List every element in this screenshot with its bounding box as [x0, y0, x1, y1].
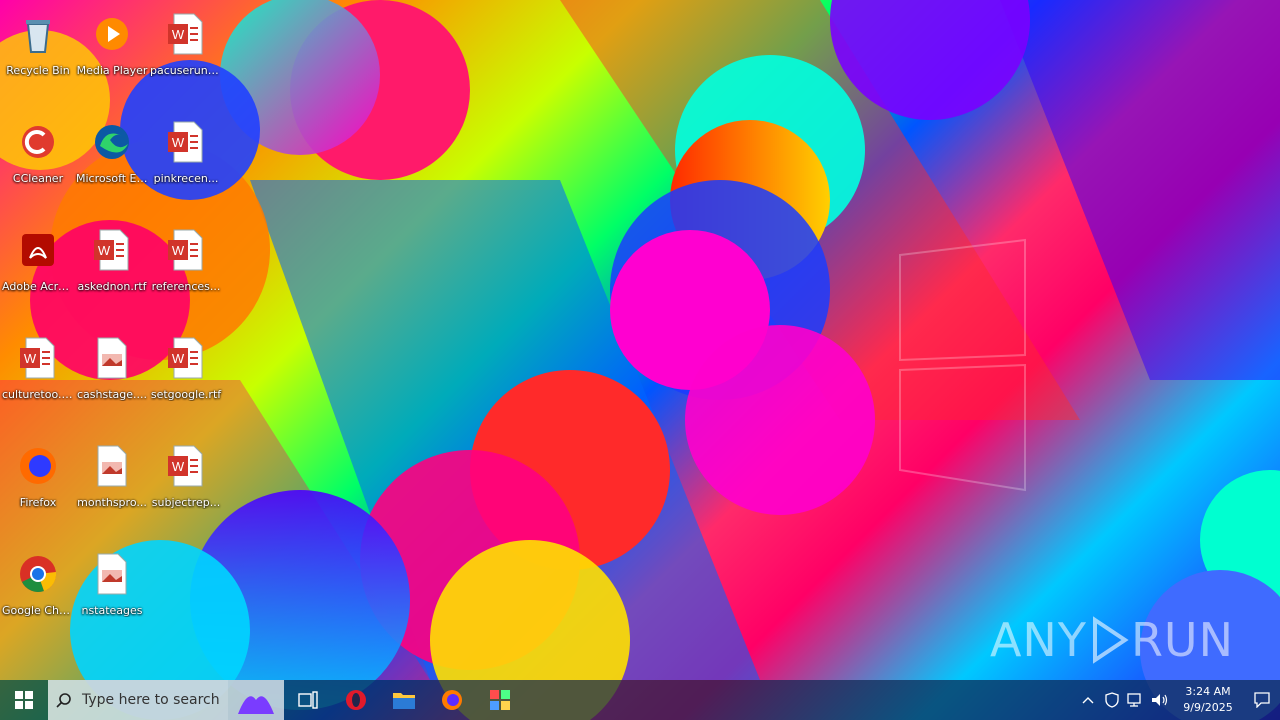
word-document-icon: W	[168, 229, 203, 271]
edge-icon	[95, 125, 129, 159]
icon-label: Microsoft Edge	[76, 172, 150, 185]
tray-security[interactable]	[1100, 680, 1124, 720]
icon-label: subjectrep...	[151, 496, 221, 509]
icon-label: CCleaner	[12, 172, 64, 185]
icon-label: references...	[151, 280, 221, 293]
svg-text:W: W	[24, 351, 37, 366]
desktop-icon-recycle-bin[interactable]: Recycle Bin	[0, 10, 76, 110]
desktop-icon-firefox[interactable]: Firefox	[0, 442, 76, 542]
play-logo-icon	[1092, 616, 1129, 664]
icon-label: pinkrecen...	[153, 172, 219, 185]
desktop-icon-microsoft-edge[interactable]: Microsoft Edge	[74, 118, 150, 218]
chevron-up-icon	[1082, 697, 1094, 704]
recycle-bin-icon	[26, 20, 50, 53]
desktop-icon-monthspro[interactable]: monthspro...	[74, 442, 150, 542]
icon-label: cashstage....	[76, 388, 147, 401]
system-tray: 3:24 AM 9/9/2025	[1076, 680, 1280, 720]
word-document-icon: W	[168, 445, 203, 487]
search-highlight-icon	[228, 680, 284, 720]
svg-text:W: W	[172, 351, 185, 366]
firefox-icon	[20, 448, 56, 484]
app-grid-icon	[490, 690, 510, 710]
desktop-icon-pinkrecen[interactable]: W pinkrecen...	[148, 118, 224, 218]
svg-text:W: W	[172, 135, 185, 150]
firefox-icon	[442, 690, 462, 710]
taskbar-firefox[interactable]	[428, 680, 476, 720]
word-document-icon: W	[94, 229, 129, 271]
taskbar-clock[interactable]: 3:24 AM 9/9/2025	[1178, 684, 1238, 716]
taskbar-opera[interactable]	[332, 680, 380, 720]
clock-date: 9/9/2025	[1183, 701, 1233, 714]
icon-label: Recycle Bin	[6, 64, 70, 77]
search-placeholder: Type here to search	[82, 692, 220, 708]
task-view-icon	[298, 691, 318, 709]
anyrun-watermark: ANY RUN	[990, 612, 1234, 668]
desktop-icon-nstateages[interactable]: nstateages	[74, 550, 150, 650]
word-document-icon: W	[20, 337, 55, 379]
acrobat-icon	[22, 234, 54, 266]
taskbar-search-box[interactable]: Type here to search	[48, 680, 228, 720]
desktop-icon-google-chrome[interactable]: Google Chrome	[0, 550, 76, 650]
desktop-icon-askednon[interactable]: W askednon.rtf	[74, 226, 150, 326]
file-explorer-icon	[393, 693, 415, 709]
word-document-icon: W	[168, 121, 203, 163]
tray-overflow-button[interactable]	[1076, 680, 1100, 720]
taskbar-app-grid[interactable]	[476, 680, 524, 720]
taskbar: Type here to search 3:24 AM 9/9/2025	[0, 680, 1280, 720]
svg-text:W: W	[172, 459, 185, 474]
desktop-icon-cashstage[interactable]: cashstage....	[74, 334, 150, 434]
action-center-button[interactable]	[1244, 680, 1280, 720]
ccleaner-icon	[22, 126, 54, 158]
desktop-icon-pacuserun[interactable]: W pacuserun.rtf	[148, 10, 224, 110]
svg-text:W: W	[98, 243, 111, 258]
svg-text:W: W	[172, 243, 185, 258]
desktop-icon-subjectrep[interactable]: W subjectrep...	[148, 442, 224, 542]
network-icon	[1127, 693, 1141, 707]
icon-label: nstateages	[81, 604, 143, 617]
media-player-icon	[96, 18, 128, 50]
chrome-icon	[20, 556, 57, 592]
image-file-icon	[97, 337, 127, 379]
clock-time: 3:24 AM	[1185, 685, 1231, 698]
shield-icon	[1105, 692, 1119, 708]
notification-icon	[1254, 692, 1270, 708]
desktop-icon-adobe-acrobat[interactable]: Adobe Acrobat	[0, 226, 76, 326]
icon-label: pacuserun.rtf	[150, 64, 224, 77]
desktop-icon-setgoogle[interactable]: W setgoogle.rtf	[148, 334, 224, 434]
icon-label: Firefox	[19, 496, 57, 509]
cortana-highlight[interactable]	[228, 680, 284, 720]
icon-label: setgoogle.rtf	[150, 388, 222, 401]
opera-icon	[346, 690, 366, 710]
watermark-left-text: ANY	[989, 613, 1087, 667]
desktop-icon-ccleaner[interactable]: CCleaner	[0, 118, 76, 218]
icon-label: culturetoo.rtf	[2, 388, 75, 401]
watermark-right-text: RUN	[1130, 613, 1234, 667]
image-file-icon	[97, 553, 127, 595]
word-document-icon: W	[168, 13, 203, 55]
search-icon	[56, 693, 71, 708]
icon-label: askednon.rtf	[77, 280, 147, 293]
icon-label: monthspro...	[77, 496, 147, 509]
tray-network[interactable]	[1124, 680, 1148, 720]
icon-label: Adobe Acrobat	[2, 280, 76, 293]
speaker-icon	[1152, 694, 1168, 706]
word-document-icon: W	[168, 337, 203, 379]
taskbar-file-explorer[interactable]	[380, 680, 428, 720]
tray-volume[interactable]	[1148, 680, 1172, 720]
task-view-button[interactable]	[284, 680, 332, 720]
icon-label: Media Player	[76, 64, 148, 77]
desktop-icon-culturetoo[interactable]: W culturetoo.rtf	[0, 334, 76, 434]
windows-logo-icon	[15, 691, 33, 709]
icon-label: Google Chrome	[2, 604, 76, 617]
desktop-icon-references[interactable]: W references...	[148, 226, 224, 326]
image-file-icon	[97, 445, 127, 487]
desktop-icon-media-player[interactable]: Media Player	[74, 10, 150, 110]
svg-text:W: W	[172, 27, 185, 42]
desktop: Recycle Bin CCleaner Adobe Acrobat W cul…	[0, 0, 1280, 720]
start-button[interactable]	[0, 680, 48, 720]
